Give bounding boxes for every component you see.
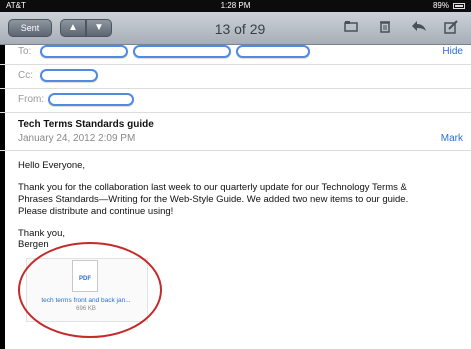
header-divider <box>0 150 471 151</box>
message-counter: 13 of 29 <box>214 21 266 37</box>
greeting: Hello Everyone, <box>18 160 86 171</box>
recipient-pill[interactable] <box>40 45 128 58</box>
folder-icon[interactable] <box>342 20 360 36</box>
hide-details-link[interactable]: Hide <box>442 46 463 57</box>
from-row: From: <box>0 88 471 113</box>
body-line: Phrases Standards—Writing for the Web-St… <box>18 194 409 205</box>
compose-icon[interactable] <box>442 20 460 36</box>
cc-recipient-pill[interactable] <box>40 69 98 82</box>
previous-message-button[interactable]: ▲ <box>60 19 86 37</box>
to-label: To: <box>18 46 32 57</box>
sender-pill[interactable] <box>48 93 134 106</box>
status-bar: AT&T 1:28 PM 89% <box>0 0 471 12</box>
clock: 1:28 PM <box>220 1 251 10</box>
closing: Thank you, <box>18 228 65 239</box>
sent-mailbox-button[interactable]: Sent <box>8 19 52 37</box>
cc-label: Cc: <box>18 70 33 81</box>
next-message-button[interactable]: ▼ <box>86 19 112 37</box>
mark-button[interactable]: Mark <box>441 133 463 144</box>
from-label: From: <box>18 94 45 105</box>
battery-icon <box>453 3 465 9</box>
recipient-pill[interactable] <box>133 45 231 58</box>
trash-icon[interactable] <box>376 20 394 36</box>
signature: Bergen <box>18 239 49 250</box>
message-subject: Tech Terms Standards guide <box>18 119 154 130</box>
reply-icon[interactable] <box>410 20 428 36</box>
to-row: To: Hide <box>0 40 471 65</box>
body-line: Please distribute and continue using! <box>18 206 174 217</box>
body-line: Thank you for the collaboration last wee… <box>18 182 407 193</box>
annotation-circle <box>18 242 162 338</box>
recipient-pill[interactable] <box>236 45 310 58</box>
cc-row: Cc: <box>0 64 471 89</box>
battery-percent: 89% <box>432 1 449 10</box>
message-date: January 24, 2012 2:09 PM <box>18 133 136 144</box>
